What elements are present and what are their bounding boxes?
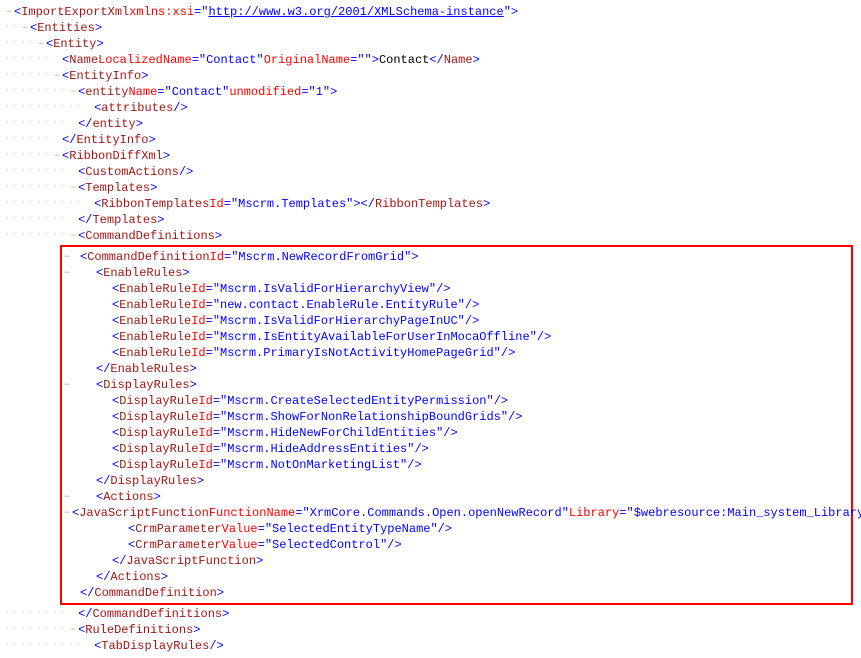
code-line: ∙∙∙∙∙∙∙∙∙∙<TabDisplayRules /> xyxy=(4,638,857,654)
code-line: ∙∙∙∙∙∙−<RibbonDiffXml> xyxy=(4,148,857,164)
code-line: <DisplayRule Id="Mscrm.HideAddressEntiti… xyxy=(62,441,851,457)
code-line: <DisplayRule Id="Mscrm.HideNewForChildEn… xyxy=(62,425,851,441)
fold-toggle-icon[interactable]: − xyxy=(62,492,72,502)
code-line: <CrmParameter Value="SelectedEntityTypeN… xyxy=(62,521,851,537)
code-line: −<DisplayRules> xyxy=(62,377,851,393)
code-line: −<ImportExportXml xmlns:xsi="http://www.… xyxy=(4,4,857,20)
fold-toggle-icon[interactable]: − xyxy=(4,7,14,17)
code-line: ∙∙∙∙∙∙∙∙−<CommandDefinitions> xyxy=(4,228,857,244)
code-line: ∙∙∙∙∙∙∙∙−<entity Name="Contact" unmodifi… xyxy=(4,84,857,100)
code-line: ∙∙∙∙∙∙−<EntityInfo> xyxy=(4,68,857,84)
xml-code-view: −<ImportExportXml xmlns:xsi="http://www.… xyxy=(4,4,857,654)
code-line: <EnableRule Id="Mscrm.IsEntityAvailableF… xyxy=(62,329,851,345)
code-line: −<Actions> xyxy=(62,489,851,505)
fold-toggle-icon[interactable]: − xyxy=(36,39,46,49)
code-line: <CrmParameter Value="SelectedControl" /> xyxy=(62,537,851,553)
code-line: −<EnableRules> xyxy=(62,265,851,281)
fold-toggle-icon[interactable]: − xyxy=(52,71,62,81)
fold-toggle-icon[interactable]: − xyxy=(68,87,78,97)
code-line: <EnableRule Id="Mscrm.IsValidForHierarch… xyxy=(62,281,851,297)
fold-toggle-icon[interactable]: − xyxy=(62,380,72,390)
fold-toggle-icon[interactable]: − xyxy=(20,23,30,33)
fold-toggle-icon[interactable]: − xyxy=(68,231,78,241)
code-line: ∙∙∙∙∙∙∙∙</entity> xyxy=(4,116,857,132)
code-line: ∙∙∙∙∙∙∙∙∙∙<attributes /> xyxy=(4,100,857,116)
fold-toggle-icon[interactable]: − xyxy=(62,508,72,518)
highlighted-block: −<CommandDefinition Id="Mscrm.NewRecordF… xyxy=(60,245,853,605)
code-line: ∙∙∙∙∙∙∙∙</Templates> xyxy=(4,212,857,228)
code-line: <DisplayRule Id="Mscrm.ShowForNonRelatio… xyxy=(62,409,851,425)
code-line: <EnableRule Id="Mscrm.PrimaryIsNotActivi… xyxy=(62,345,851,361)
fold-toggle-icon[interactable]: − xyxy=(62,268,72,278)
code-line: ∙∙∙∙∙∙</EntityInfo> xyxy=(4,132,857,148)
code-line: ∙∙∙∙∙∙∙∙<CustomActions /> xyxy=(4,164,857,180)
code-line: −<CommandDefinition Id="Mscrm.NewRecordF… xyxy=(62,247,851,265)
code-line: </Actions> xyxy=(62,569,851,585)
fold-toggle-icon[interactable]: − xyxy=(52,151,62,161)
code-line: </JavaScriptFunction> xyxy=(62,553,851,569)
code-line: ∙∙∙∙−<Entity> xyxy=(4,36,857,52)
code-line: </CommandDefinition> xyxy=(62,585,851,603)
code-line: ∙∙∙∙∙∙∙∙−<RuleDefinitions> xyxy=(4,622,857,638)
fold-toggle-icon[interactable]: − xyxy=(62,252,72,262)
fold-toggle-icon[interactable]: − xyxy=(68,625,78,635)
code-line: −<JavaScriptFunction FunctionName="XrmCo… xyxy=(62,505,851,521)
code-line: <DisplayRule Id="Mscrm.CreateSelectedEnt… xyxy=(62,393,851,409)
code-line: <EnableRule Id="Mscrm.IsValidForHierarch… xyxy=(62,313,851,329)
fold-toggle-icon[interactable]: − xyxy=(68,183,78,193)
code-line: <DisplayRule Id="Mscrm.NotOnMarketingLis… xyxy=(62,457,851,473)
code-line: ∙∙∙∙∙∙∙∙−<Templates> xyxy=(4,180,857,196)
code-line: ∙∙−<Entities> xyxy=(4,20,857,36)
code-line: ∙∙∙∙∙∙<Name LocalizedName="Contact" Orig… xyxy=(4,52,857,68)
code-line: ∙∙∙∙∙∙∙∙</CommandDefinitions> xyxy=(4,606,857,622)
code-line: <EnableRule Id="new.contact.EnableRule.E… xyxy=(62,297,851,313)
code-line: </EnableRules> xyxy=(62,361,851,377)
code-line: </DisplayRules> xyxy=(62,473,851,489)
code-line: ∙∙∙∙∙∙∙∙∙∙<RibbonTemplates Id="Mscrm.Tem… xyxy=(4,196,857,212)
